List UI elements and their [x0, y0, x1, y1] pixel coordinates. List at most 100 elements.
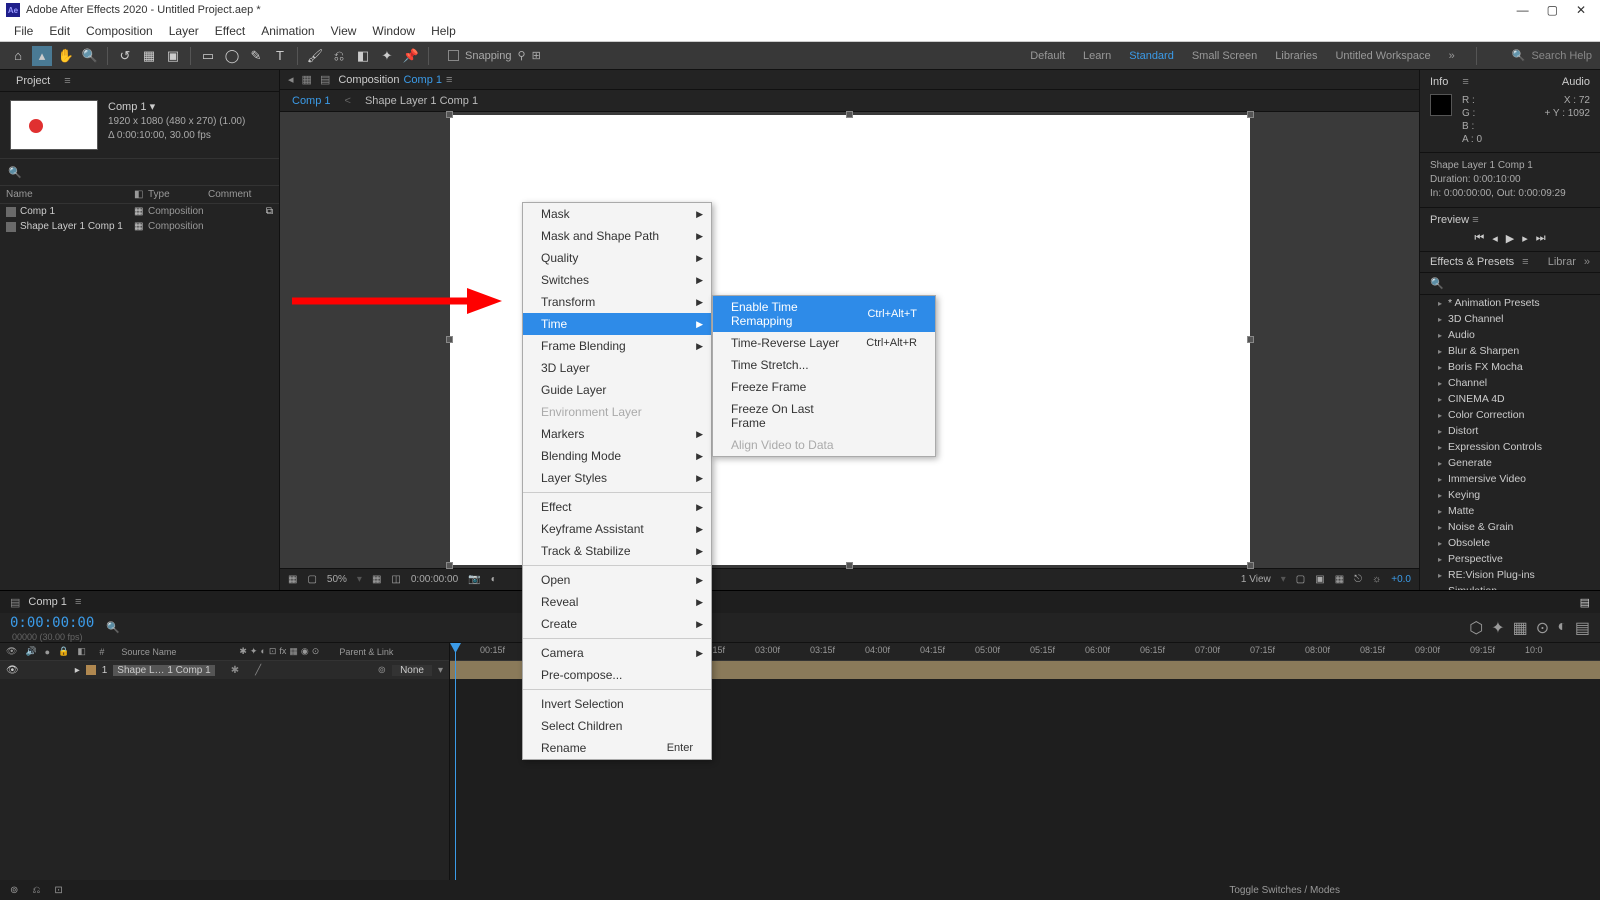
context-menu-item[interactable]: Create▶	[523, 613, 711, 635]
snap-grid-icon[interactable]: ⊞	[532, 49, 541, 62]
project-item[interactable]: Shape Layer 1 Comp 1 ▦ Composition	[0, 219, 279, 234]
context-menu-item[interactable]: Open▶	[523, 569, 711, 591]
context-menu-item[interactable]: Blending Mode▶	[523, 445, 711, 467]
label-color-icon[interactable]	[6, 207, 16, 217]
effect-category[interactable]: Keying	[1420, 487, 1600, 503]
current-time[interactable]: 0:00:00:00	[10, 615, 94, 631]
shy-switch[interactable]: ✱	[231, 665, 239, 676]
workspace-small-screen[interactable]: Small Screen	[1192, 50, 1257, 62]
info-tab[interactable]: Info	[1430, 76, 1448, 88]
timeline-graph-icon[interactable]: ▤	[1580, 596, 1590, 609]
eye-toggle[interactable]: 👁	[6, 665, 19, 676]
context-menu-item[interactable]: 3D Layer	[523, 357, 711, 379]
ellipse-tool[interactable]: ◯	[222, 46, 242, 66]
menu-effect[interactable]: Effect	[207, 24, 253, 38]
orbit-tool[interactable]: ↺	[115, 46, 135, 66]
transform-handle[interactable]	[846, 111, 853, 118]
effect-category[interactable]: Matte	[1420, 503, 1600, 519]
project-item[interactable]: Comp 1 ▦ Composition ⧉	[0, 204, 279, 219]
context-menu-item[interactable]: Markers▶	[523, 423, 711, 445]
view-dropdown[interactable]: 1 View	[1241, 574, 1271, 585]
workspace-overflow-icon[interactable]: »	[1449, 50, 1455, 62]
project-tab[interactable]: Project	[8, 73, 58, 89]
layer-color-icon[interactable]	[86, 665, 96, 675]
menu-window[interactable]: Window	[364, 24, 423, 38]
libraries-tab-truncated[interactable]: Librar	[1548, 256, 1576, 268]
context-menu-item[interactable]: Quality▶	[523, 247, 711, 269]
close-button[interactable]: ✕	[1576, 3, 1586, 17]
clone-tool[interactable]: ⎌	[329, 46, 349, 66]
context-submenu-item[interactable]: Time-Reverse LayerCtrl+Alt+R	[713, 332, 935, 354]
menu-layer[interactable]: Layer	[161, 24, 207, 38]
prev-frame-button[interactable]: ◂	[1492, 232, 1498, 245]
context-menu-item[interactable]: Switches▶	[523, 269, 711, 291]
pickwhip-icon[interactable]: ⊚	[378, 665, 386, 676]
context-menu-item[interactable]: Frame Blending▶	[523, 335, 711, 357]
effect-category[interactable]: RE:Vision Plug-ins	[1420, 567, 1600, 583]
eraser-tool[interactable]: ◧	[353, 46, 373, 66]
roto-tool[interactable]: ✦	[377, 46, 397, 66]
channel-icon[interactable]: ◐	[491, 574, 497, 585]
effects-search-input[interactable]: 🔍	[1430, 278, 1444, 290]
view-opt-icon[interactable]: ▢	[1296, 574, 1305, 585]
source-name-col[interactable]: Source Name	[121, 647, 231, 657]
workspace-untitled[interactable]: Untitled Workspace	[1335, 50, 1430, 62]
preview-menu-icon[interactable]: ≡	[1472, 214, 1478, 226]
transform-handle[interactable]	[1247, 336, 1254, 343]
resolution-icon[interactable]: ▢	[307, 574, 316, 585]
maximize-button[interactable]: ▢	[1547, 3, 1558, 17]
effect-category[interactable]: Expression Controls	[1420, 439, 1600, 455]
effect-category[interactable]: Channel	[1420, 375, 1600, 391]
context-menu-item[interactable]: Mask and Shape Path▶	[523, 225, 711, 247]
pan-behind-tool[interactable]: ▣	[163, 46, 183, 66]
parent-dropdown[interactable]: None	[392, 665, 432, 676]
audio-tab[interactable]: Audio	[1562, 76, 1590, 88]
pen-tool[interactable]: ✎	[246, 46, 266, 66]
timeline-comp-tab[interactable]: Comp 1	[28, 596, 67, 608]
context-menu-item[interactable]: Pre-compose...	[523, 664, 711, 686]
camera-tool[interactable]: ▦	[139, 46, 159, 66]
play-button[interactable]: ▶	[1506, 232, 1514, 245]
layer-name[interactable]: Shape L… 1 Comp 1	[113, 665, 214, 676]
context-menu-item[interactable]: Guide Layer	[523, 379, 711, 401]
exposure-value[interactable]: +0.0	[1391, 574, 1411, 585]
context-menu-item[interactable]: Effect▶	[523, 496, 711, 518]
menu-help[interactable]: Help	[423, 24, 464, 38]
quality-switch[interactable]: ╱	[255, 665, 261, 676]
context-menu-item[interactable]: Track & Stabilize▶	[523, 540, 711, 562]
col-name[interactable]: Name	[6, 189, 134, 200]
col-comment[interactable]: Comment	[208, 189, 251, 200]
context-menu-item[interactable]: Transform▶	[523, 291, 711, 313]
context-submenu-item[interactable]: Freeze Frame	[713, 376, 935, 398]
col-label-icon[interactable]: ◧	[134, 189, 148, 200]
comp-thumbnail[interactable]	[10, 100, 98, 150]
menu-composition[interactable]: Composition	[78, 24, 161, 38]
tl-opt-icon[interactable]: ⊙	[1536, 618, 1549, 638]
last-frame-button[interactable]: ⏭	[1536, 232, 1546, 245]
project-panel-menu-icon[interactable]: ≡	[64, 75, 70, 87]
tl-footer-icon[interactable]: ⎌	[32, 885, 40, 896]
breadcrumb-layer[interactable]: Shape Layer 1 Comp 1	[365, 95, 478, 107]
context-menu-item[interactable]: Time▶	[523, 313, 711, 335]
snapshot-icon[interactable]: 📷	[468, 574, 480, 585]
effects-menu-icon[interactable]: ≡	[1522, 256, 1528, 268]
context-submenu-item[interactable]: Time Stretch...	[713, 354, 935, 376]
tl-opt-icon[interactable]: ◐	[1557, 618, 1567, 638]
col-type[interactable]: Type	[148, 189, 208, 200]
workspace-learn[interactable]: Learn	[1083, 50, 1111, 62]
hand-tool[interactable]: ✋	[56, 46, 76, 66]
next-frame-button[interactable]: ▸	[1522, 232, 1528, 245]
mask-icon[interactable]: ◫	[391, 574, 400, 585]
home-tool[interactable]: ⌂	[8, 46, 28, 66]
transform-handle[interactable]	[1247, 562, 1254, 569]
effect-category[interactable]: * Animation Presets	[1420, 295, 1600, 311]
effect-category[interactable]: Blur & Sharpen	[1420, 343, 1600, 359]
workspace-libraries[interactable]: Libraries	[1275, 50, 1317, 62]
exposure-icon[interactable]: ☼	[1372, 574, 1381, 585]
transform-handle[interactable]	[446, 336, 453, 343]
selection-tool[interactable]: ▴	[32, 46, 52, 66]
rect-tool[interactable]: ▭	[198, 46, 218, 66]
first-frame-button[interactable]: ⏮	[1474, 232, 1484, 245]
preview-tab[interactable]: Preview	[1430, 214, 1469, 226]
timecode-display[interactable]: 0:00:00:00	[411, 574, 458, 585]
